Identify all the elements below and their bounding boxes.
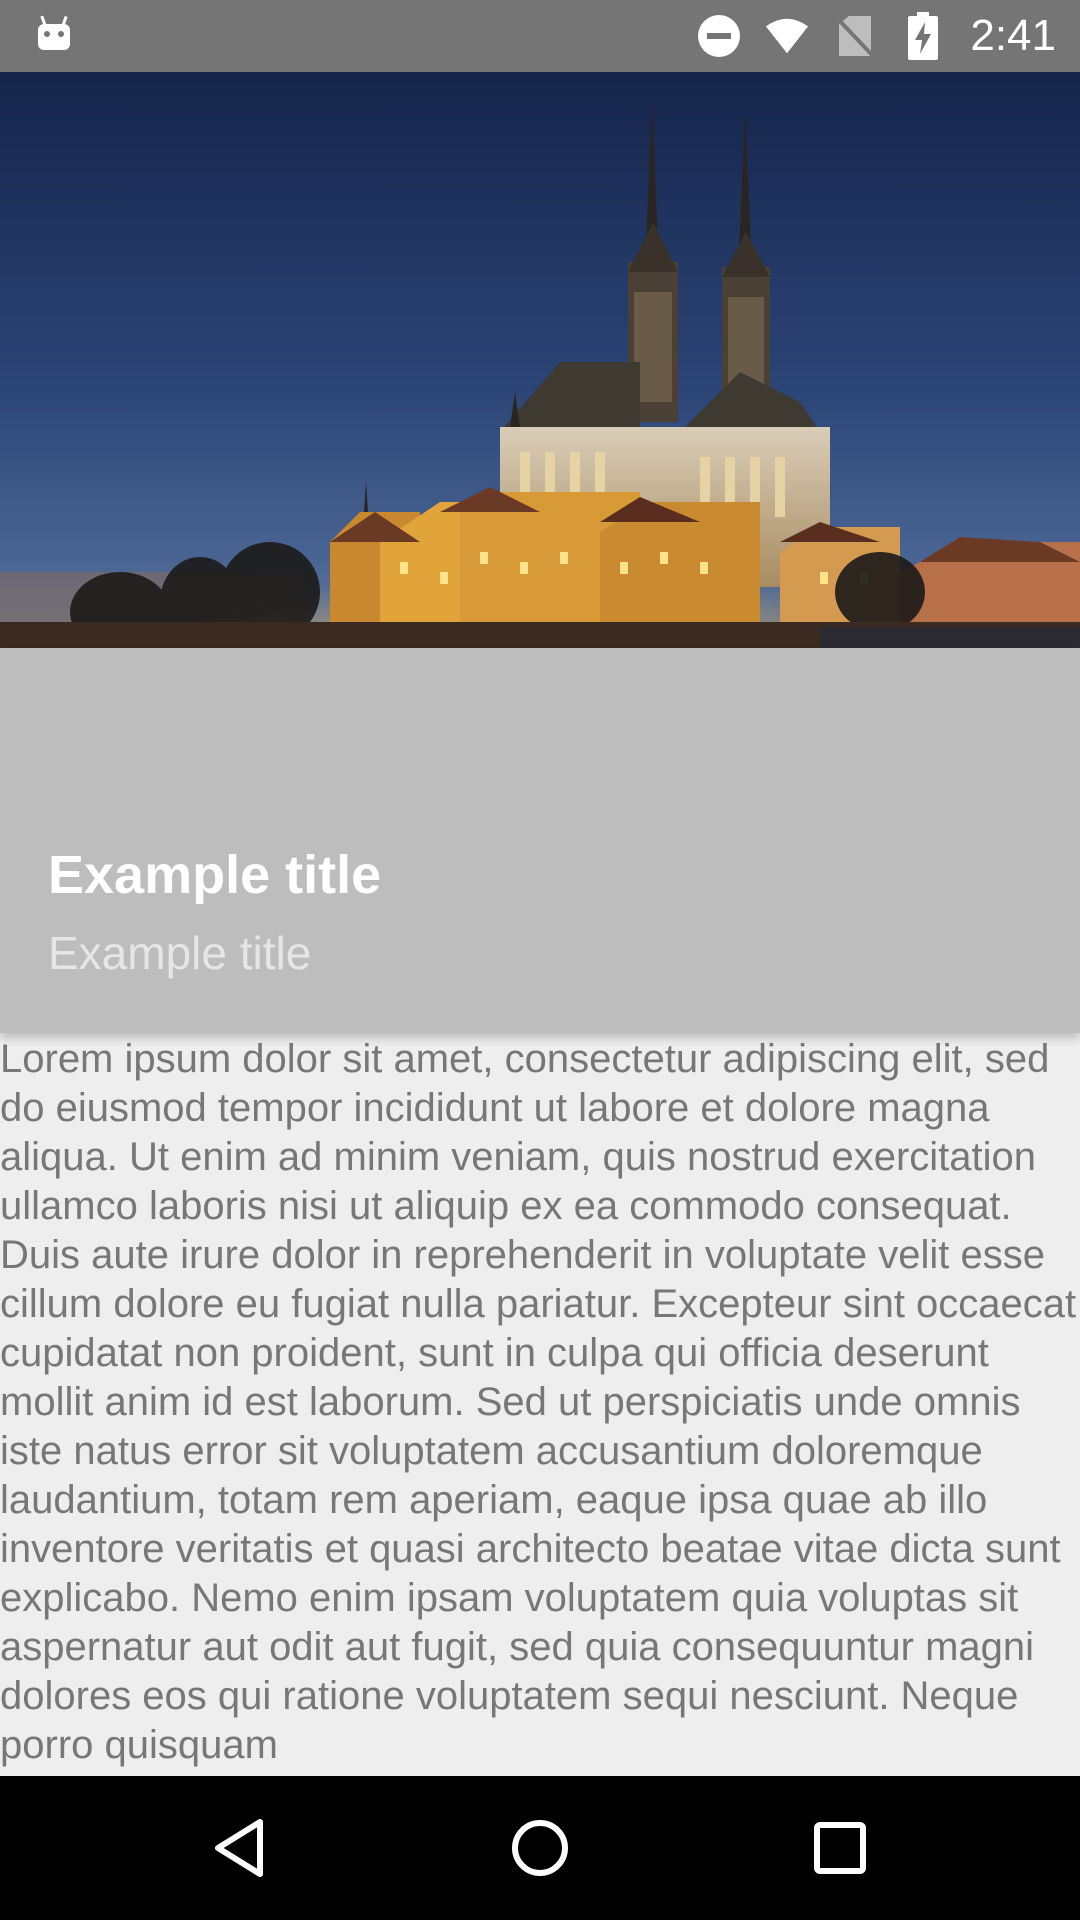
- back-button[interactable]: [200, 1808, 280, 1888]
- home-icon: [512, 1820, 568, 1876]
- nav-bar: [0, 1776, 1080, 1920]
- recents-button[interactable]: [800, 1808, 880, 1888]
- home-button[interactable]: [500, 1808, 580, 1888]
- android-icon: [36, 14, 72, 54]
- battery-charging-icon: [900, 12, 946, 60]
- body-text: Lorem ipsum dolor sit amet, consectetur …: [0, 1037, 1077, 1767]
- wifi-icon: [764, 13, 810, 59]
- do-not-disturb-icon: [696, 13, 742, 59]
- back-icon: [215, 1819, 263, 1877]
- hero-image: [0, 72, 1080, 648]
- status-time: 2:41: [970, 11, 1056, 60]
- no-sim-icon: [832, 13, 878, 59]
- status-bar: 2:41: [0, 0, 1080, 72]
- page-title: Example title: [48, 845, 382, 905]
- recents-icon: [814, 1822, 866, 1874]
- page-subtitle: Example title: [48, 927, 312, 979]
